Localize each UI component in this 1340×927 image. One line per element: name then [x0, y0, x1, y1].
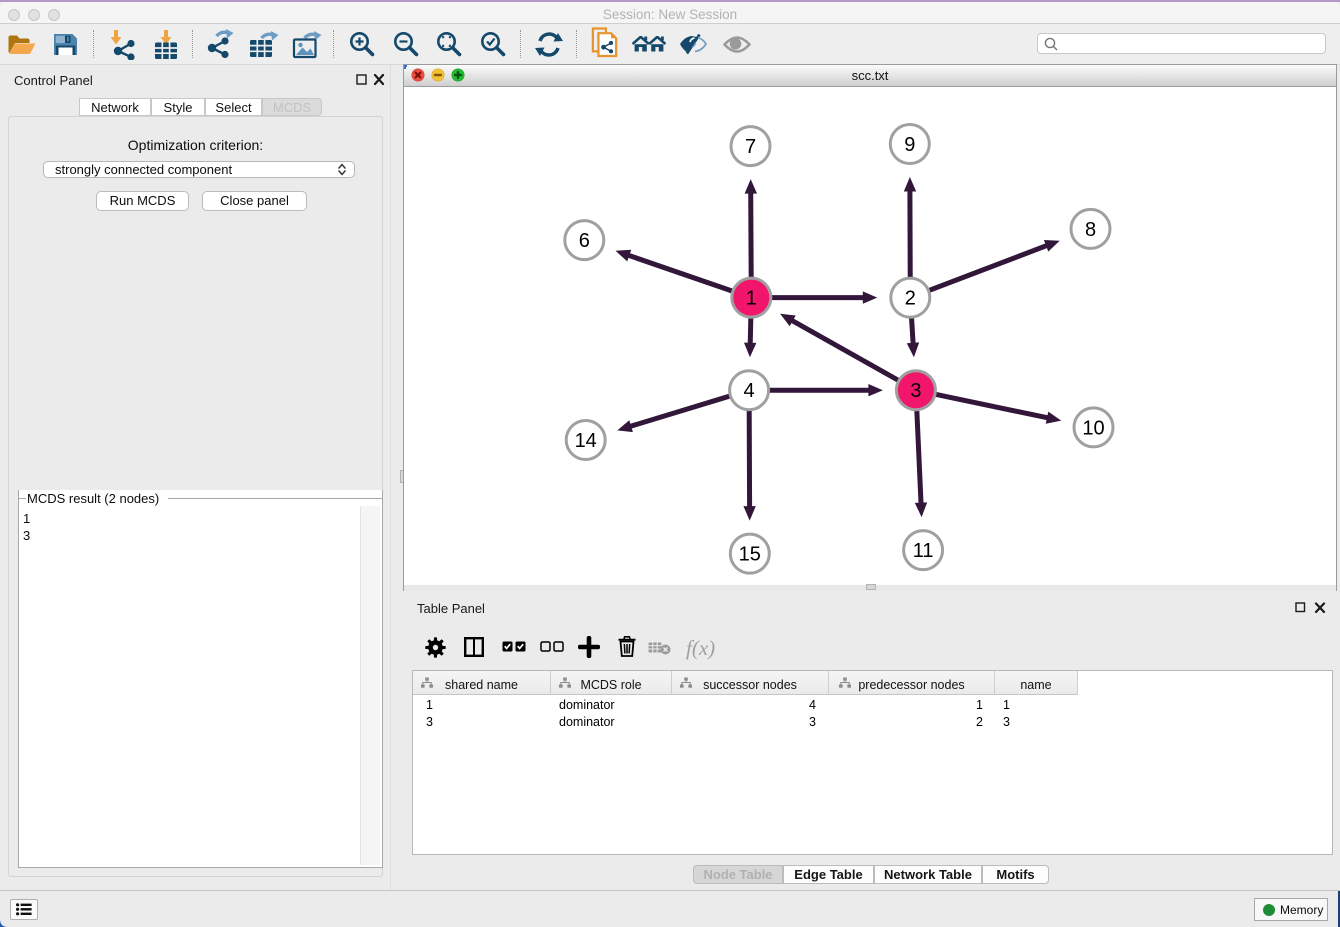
svg-text:15: 15 [739, 544, 761, 566]
svg-text:10: 10 [1082, 417, 1104, 439]
svg-text:4: 4 [744, 380, 755, 402]
svg-text:9: 9 [904, 134, 915, 156]
svg-text:6: 6 [579, 230, 590, 252]
svg-text:2: 2 [905, 288, 916, 310]
svg-text:3: 3 [910, 380, 921, 402]
svg-text:8: 8 [1085, 219, 1096, 241]
svg-text:7: 7 [745, 136, 756, 158]
svg-text:1: 1 [746, 288, 757, 310]
svg-text:11: 11 [913, 540, 934, 562]
svg-text:14: 14 [575, 430, 597, 452]
